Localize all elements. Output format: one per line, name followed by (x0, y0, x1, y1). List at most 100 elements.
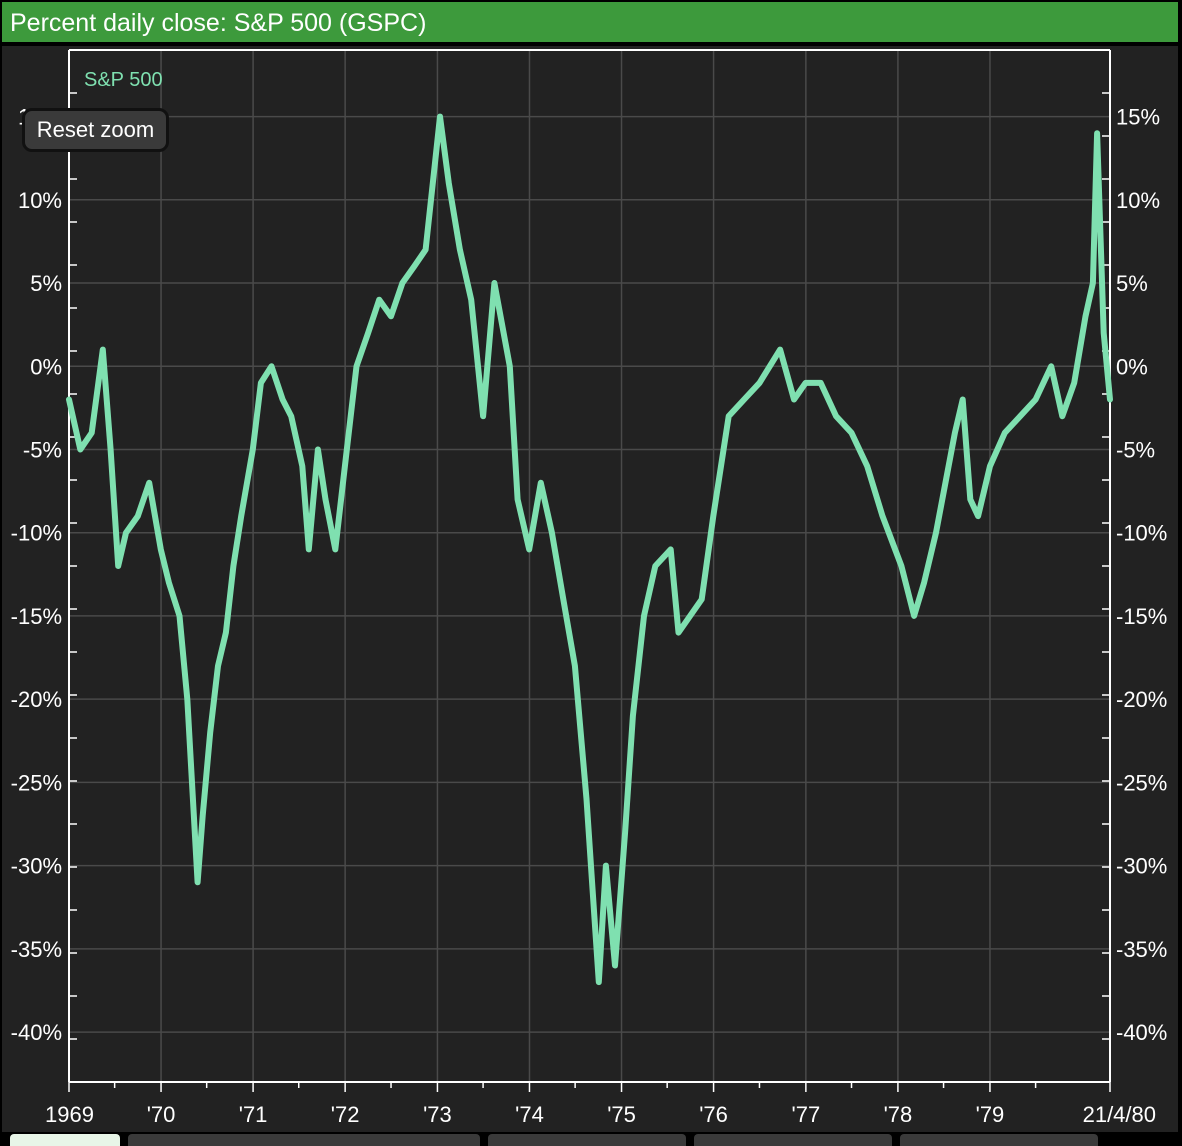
series-point (591, 913, 597, 918)
series-point (100, 347, 106, 353)
x-tick-label: '74 (515, 1102, 544, 1127)
x-tick-label: '72 (331, 1102, 360, 1127)
series-point (622, 829, 628, 835)
series-point (833, 413, 839, 419)
series-point (1083, 313, 1088, 319)
y-tick-label-left: -10% (11, 521, 62, 546)
series-point (1107, 397, 1113, 402)
series-point (411, 263, 417, 269)
series-point (146, 480, 152, 486)
x-tick-label: '71 (239, 1102, 268, 1127)
series-point (933, 530, 939, 536)
series-point (630, 713, 636, 719)
legend-sp500[interactable]: S&P 500 (84, 69, 163, 91)
x-tick-label: '70 (147, 1102, 176, 1127)
series-point (864, 463, 870, 469)
series-point (1071, 380, 1077, 386)
series-point (437, 114, 443, 120)
x-tick-label: '73 (423, 1102, 452, 1127)
series-point (1101, 330, 1107, 336)
series-point (457, 247, 463, 253)
series-point (603, 863, 609, 869)
series-point (230, 563, 236, 569)
y-tick-label-left: 0% (30, 354, 62, 379)
series-point (1017, 413, 1023, 419)
series-point (757, 380, 762, 386)
series-point (1048, 363, 1054, 369)
y-tick-label-right: 5% (1116, 271, 1148, 296)
series-point (791, 397, 797, 402)
chart-panel[interactable]: 15%15%10%10%5%5%0%0%-5%-5%-10%-10%-15%-1… (2, 46, 1178, 1132)
bottom-tab-strip (0, 1134, 1182, 1146)
x-tick-label: '79 (976, 1102, 1005, 1127)
series-point (975, 513, 981, 519)
y-tick-label-left: -40% (11, 1020, 62, 1045)
series-point (184, 696, 190, 702)
series-point (538, 480, 544, 486)
series-point (515, 496, 521, 502)
line-chart[interactable]: 15%15%10%10%5%5%0%0%-5%-5%-10%-10%-15%-1… (2, 46, 1178, 1132)
series-point (238, 513, 244, 519)
series-point (135, 513, 141, 519)
series-point (365, 330, 371, 336)
series-point (158, 546, 164, 552)
bottom-tab-4[interactable] (694, 1134, 892, 1146)
series-point (849, 430, 854, 436)
series-point (668, 546, 674, 552)
series-point (376, 297, 382, 303)
series-point (911, 613, 917, 619)
x-tick-label: '78 (884, 1102, 913, 1127)
axis-layer (68, 49, 1111, 1092)
series-point (710, 513, 716, 519)
x-tick-label: '77 (792, 1102, 821, 1127)
series-point (818, 380, 824, 386)
y-tick-label-right: 10% (1116, 188, 1160, 213)
y-tick-label-left: -35% (11, 937, 62, 962)
series-point (288, 413, 294, 419)
series-point (741, 397, 747, 402)
bottom-tab-3[interactable] (488, 1134, 686, 1146)
y-tick-label-left: -25% (11, 770, 62, 795)
series-point (921, 580, 927, 586)
series-point (223, 630, 229, 636)
grid-layer (69, 50, 1110, 1082)
x-tick-label: 1969 (45, 1102, 94, 1127)
x-tick-label: '75 (607, 1102, 636, 1127)
y-tick-label-right: 15% (1116, 105, 1160, 130)
series-point (332, 546, 338, 552)
series-point (115, 563, 121, 569)
series-point (1059, 413, 1065, 419)
series-point (596, 979, 602, 985)
series-point (177, 613, 182, 619)
series-point (323, 496, 328, 502)
series-point (200, 813, 206, 819)
reset-zoom-button[interactable]: Reset zoom (22, 108, 169, 152)
series-line-sp500 (66, 113, 1113, 986)
series-point (280, 397, 286, 402)
y-tick-label-right: -35% (1116, 937, 1167, 962)
series-point (215, 663, 221, 669)
series-point (803, 380, 809, 386)
bottom-tab-5[interactable] (900, 1134, 1098, 1146)
series-layer (66, 113, 1113, 986)
series-point (987, 463, 993, 469)
y-tick-label-right: -20% (1116, 687, 1167, 712)
series-point (1002, 430, 1008, 436)
bottom-tab-2[interactable] (128, 1134, 480, 1146)
series-point (166, 580, 172, 586)
series-point (258, 380, 264, 386)
series-point (687, 613, 693, 619)
series-point (952, 430, 958, 436)
bottom-tab-1[interactable] (10, 1134, 120, 1146)
series-point (250, 447, 256, 452)
series-point (354, 363, 359, 369)
series-point (777, 347, 783, 353)
series-point (641, 613, 647, 619)
series-point (108, 447, 114, 452)
y-tick-label-left: 5% (30, 271, 62, 296)
series-point (306, 546, 312, 552)
x-tick-label: 21/4/80 (1083, 1102, 1156, 1127)
y-tick-label-left: -5% (23, 437, 62, 462)
series-point (967, 496, 973, 502)
series-point (388, 313, 394, 319)
